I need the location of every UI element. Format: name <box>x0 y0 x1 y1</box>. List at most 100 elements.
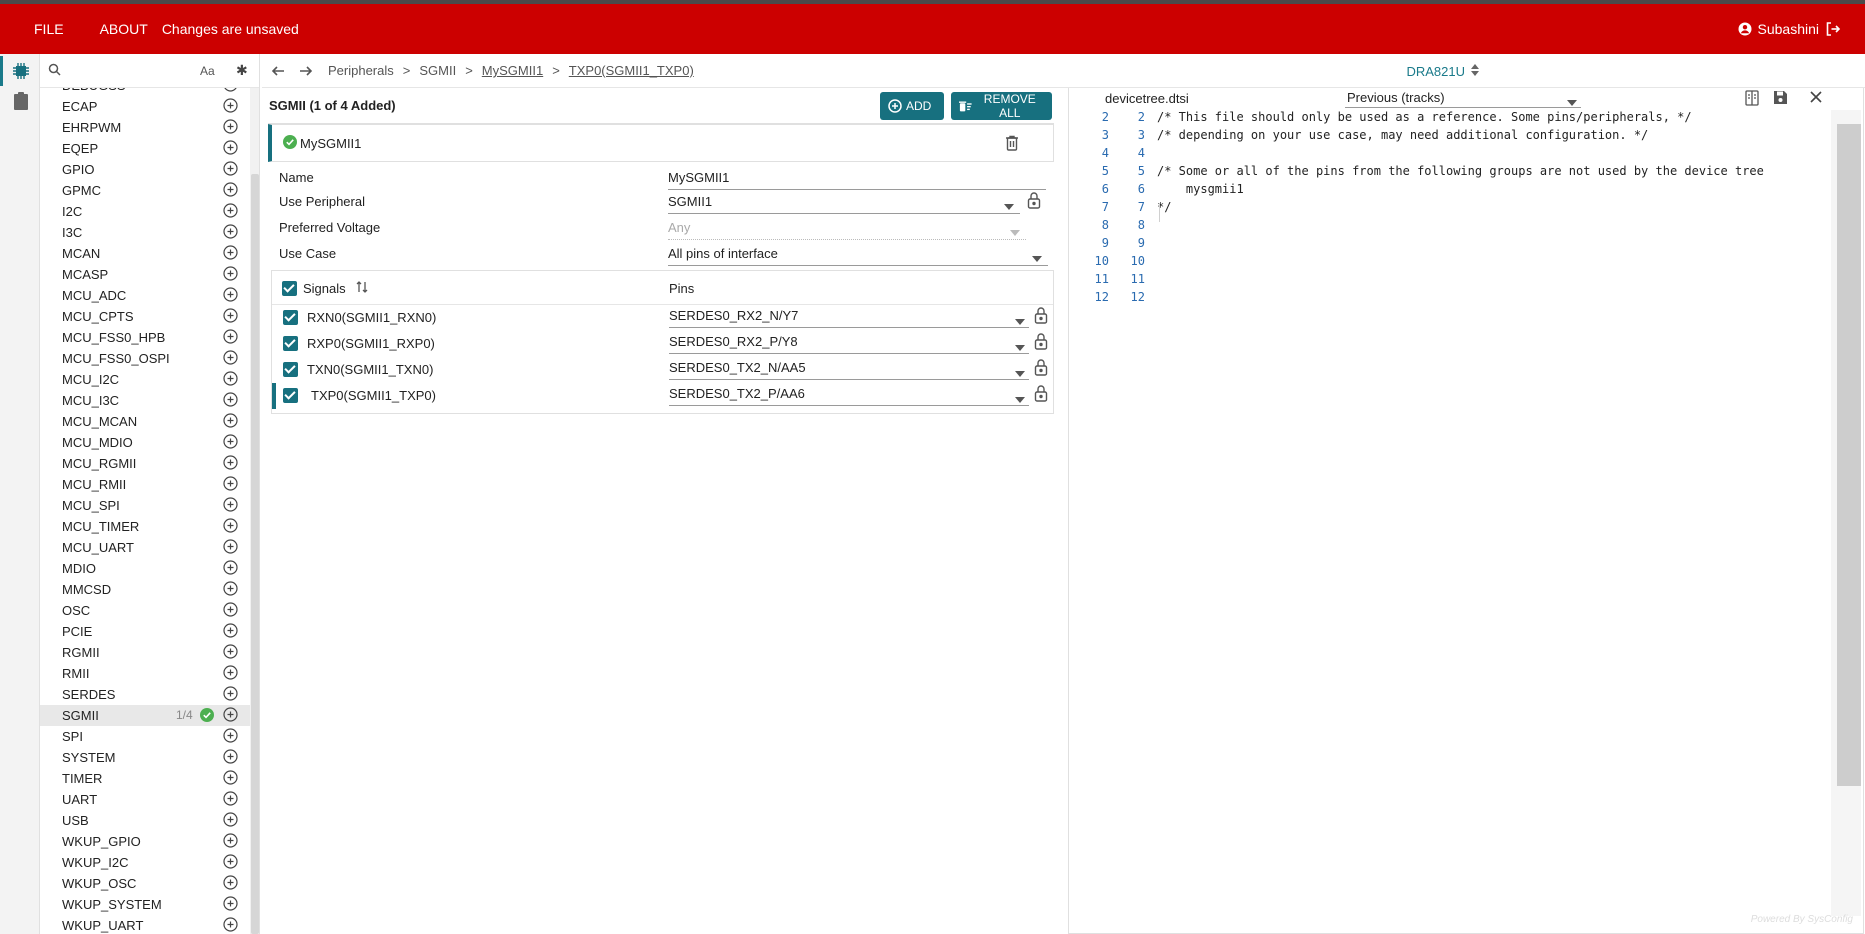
code-scrollbar-thumb[interactable] <box>1837 124 1861 786</box>
sidebar-item-pcie[interactable]: PCIE <box>40 621 250 642</box>
sidebar-item-mcu-spi[interactable]: MCU_SPI <box>40 495 250 516</box>
name-field[interactable]: MySGMII1 <box>668 170 1046 190</box>
add-circle-icon[interactable] <box>223 392 238 410</box>
add-circle-icon[interactable] <box>223 560 238 578</box>
use-case-select[interactable]: All pins of interface <box>668 246 1048 266</box>
add-circle-icon[interactable] <box>223 518 238 536</box>
add-circle-icon[interactable] <box>223 413 238 431</box>
sidebar-item-mcu-rmii[interactable]: MCU_RMII <box>40 474 250 495</box>
instance-header[interactable]: MySGMII1 <box>268 124 1054 162</box>
add-circle-icon[interactable] <box>223 875 238 893</box>
add-circle-icon[interactable] <box>223 581 238 599</box>
signal-row[interactable]: RXP0(SGMII1_RXP0) SERDES0_RX2_P/Y8 <box>272 331 1053 357</box>
remove-all-button[interactable]: REMOVE ALL <box>951 92 1052 120</box>
sidebar-item-i2c[interactable]: I2C <box>40 201 250 222</box>
add-circle-icon[interactable] <box>223 896 238 914</box>
sidebar-item-rgmii[interactable]: RGMII <box>40 642 250 663</box>
add-circle-icon[interactable] <box>223 602 238 620</box>
add-circle-icon[interactable] <box>223 350 238 368</box>
breadcrumb-signal[interactable]: TXP0(SGMII1_TXP0) <box>569 63 694 78</box>
breadcrumb-sgmii[interactable]: SGMII <box>419 63 456 78</box>
logout-icon[interactable] <box>1825 21 1841 37</box>
signal-row[interactable]: TXN0(SGMII1_TXN0) SERDES0_TX2_N/AA5 <box>272 357 1053 383</box>
filter-toggle[interactable]: ✱ <box>236 62 248 79</box>
add-circle-icon[interactable] <box>223 182 238 200</box>
add-circle-icon[interactable] <box>223 686 238 704</box>
search-input[interactable] <box>69 62 179 79</box>
sidebar-item-mcu-adc[interactable]: MCU_ADC <box>40 285 250 306</box>
close-icon[interactable] <box>1809 90 1823 107</box>
sidebar-item-wkup-uart[interactable]: WKUP_UART <box>40 915 250 934</box>
pin-select[interactable]: SERDES0_RX2_P/Y8 <box>669 334 1029 354</box>
sidebar-item-serdes[interactable]: SERDES <box>40 684 250 705</box>
sidebar-item-gpmc[interactable]: GPMC <box>40 180 250 201</box>
compare-select[interactable]: Previous (tracks) <box>1345 90 1581 108</box>
lock-icon[interactable] <box>1034 332 1048 353</box>
clipboard-icon[interactable] <box>10 90 32 112</box>
sidebar-item-mcu-timer[interactable]: MCU_TIMER <box>40 516 250 537</box>
sidebar-item-ehrpwm[interactable]: EHRPWM <box>40 117 250 138</box>
add-circle-icon[interactable] <box>223 455 238 473</box>
sidebar-item-mcu-rgmii[interactable]: MCU_RGMII <box>40 453 250 474</box>
add-circle-icon[interactable] <box>223 749 238 767</box>
save-icon[interactable] <box>1773 90 1788 108</box>
sidebar-item-mcu-cpts[interactable]: MCU_CPTS <box>40 306 250 327</box>
sidebar-item-mmcsd[interactable]: MMCSD <box>40 579 250 600</box>
sidebar-item-sgmii[interactable]: SGMII 1/4 <box>40 705 250 726</box>
add-circle-icon[interactable] <box>223 224 238 242</box>
pin-select[interactable]: SERDES0_TX2_N/AA5 <box>669 360 1029 380</box>
add-circle-icon[interactable] <box>223 497 238 515</box>
back-arrow-icon[interactable] <box>266 64 290 78</box>
add-circle-icon[interactable] <box>223 707 238 725</box>
sidebar-item-system[interactable]: SYSTEM <box>40 747 250 768</box>
add-circle-icon[interactable] <box>223 203 238 221</box>
sort-icon[interactable] <box>356 280 368 297</box>
add-circle-icon[interactable] <box>223 266 238 284</box>
sidebar-item-mcan[interactable]: MCAN <box>40 243 250 264</box>
add-circle-icon[interactable] <box>223 161 238 179</box>
lock-icon[interactable] <box>1034 384 1048 405</box>
signal-row[interactable]: TXP0(SGMII1_TXP0) SERDES0_TX2_P/AA6 <box>272 383 1053 409</box>
code-filename[interactable]: devicetree.dtsi <box>1105 91 1189 106</box>
diff-view-icon[interactable] <box>1745 90 1759 109</box>
sidebar-item-wkup-osc[interactable]: WKUP_OSC <box>40 873 250 894</box>
add-button[interactable]: ADD <box>880 92 944 120</box>
match-case-toggle[interactable]: Aa <box>200 64 215 78</box>
pin-select[interactable]: SERDES0_RX2_N/Y7 <box>669 308 1029 328</box>
signal-checkbox[interactable] <box>283 362 298 377</box>
sidebar-item-mcu-fss0-ospi[interactable]: MCU_FSS0_OSPI <box>40 348 250 369</box>
pin-select[interactable]: SERDES0_TX2_P/AA6 <box>669 386 1029 406</box>
sidebar-item-ecap[interactable]: ECAP <box>40 96 250 117</box>
sidebar-item-wkup-system[interactable]: WKUP_SYSTEM <box>40 894 250 915</box>
sidebar-item-wkup-gpio[interactable]: WKUP_GPIO <box>40 831 250 852</box>
add-circle-icon[interactable] <box>223 854 238 872</box>
sidebar-item-spi[interactable]: SPI <box>40 726 250 747</box>
sidebar-item-mdio[interactable]: MDIO <box>40 558 250 579</box>
signal-row[interactable]: RXN0(SGMII1_RXN0) SERDES0_RX2_N/Y7 <box>272 305 1053 331</box>
about-menu[interactable]: ABOUT <box>100 21 148 37</box>
sidebar-item-mcu-i2c[interactable]: MCU_I2C <box>40 369 250 390</box>
sidebar-item-debugss[interactable]: DEBUGSS <box>40 88 250 96</box>
device-selector[interactable]: DRA821U <box>1406 64 1479 79</box>
sidebar-item-mcu-i3c[interactable]: MCU_I3C <box>40 390 250 411</box>
lock-icon[interactable] <box>1034 306 1048 327</box>
add-circle-icon[interactable] <box>223 917 238 934</box>
code-editor[interactable]: 2 2 /* This file should only be used as a … <box>1069 110 1831 916</box>
signal-checkbox[interactable] <box>283 388 298 403</box>
user-name[interactable]: Subashini <box>1758 21 1820 37</box>
add-circle-icon[interactable] <box>223 329 238 347</box>
sidebar-item-osc[interactable]: OSC <box>40 600 250 621</box>
add-circle-icon[interactable] <box>223 791 238 809</box>
sidebar-item-mcu-uart[interactable]: MCU_UART <box>40 537 250 558</box>
add-circle-icon[interactable] <box>223 539 238 557</box>
add-circle-icon[interactable] <box>223 98 238 116</box>
code-scrollbar[interactable] <box>1831 110 1861 916</box>
add-circle-icon[interactable] <box>223 770 238 788</box>
breadcrumb-instance[interactable]: MySGMII1 <box>482 63 543 78</box>
file-menu[interactable]: FILE <box>34 21 64 37</box>
add-circle-icon[interactable] <box>223 644 238 662</box>
sidebar-item-eqep[interactable]: EQEP <box>40 138 250 159</box>
sidebar-item-mcu-mdio[interactable]: MCU_MDIO <box>40 432 250 453</box>
add-circle-icon[interactable] <box>223 665 238 683</box>
lock-icon[interactable] <box>1034 358 1048 379</box>
